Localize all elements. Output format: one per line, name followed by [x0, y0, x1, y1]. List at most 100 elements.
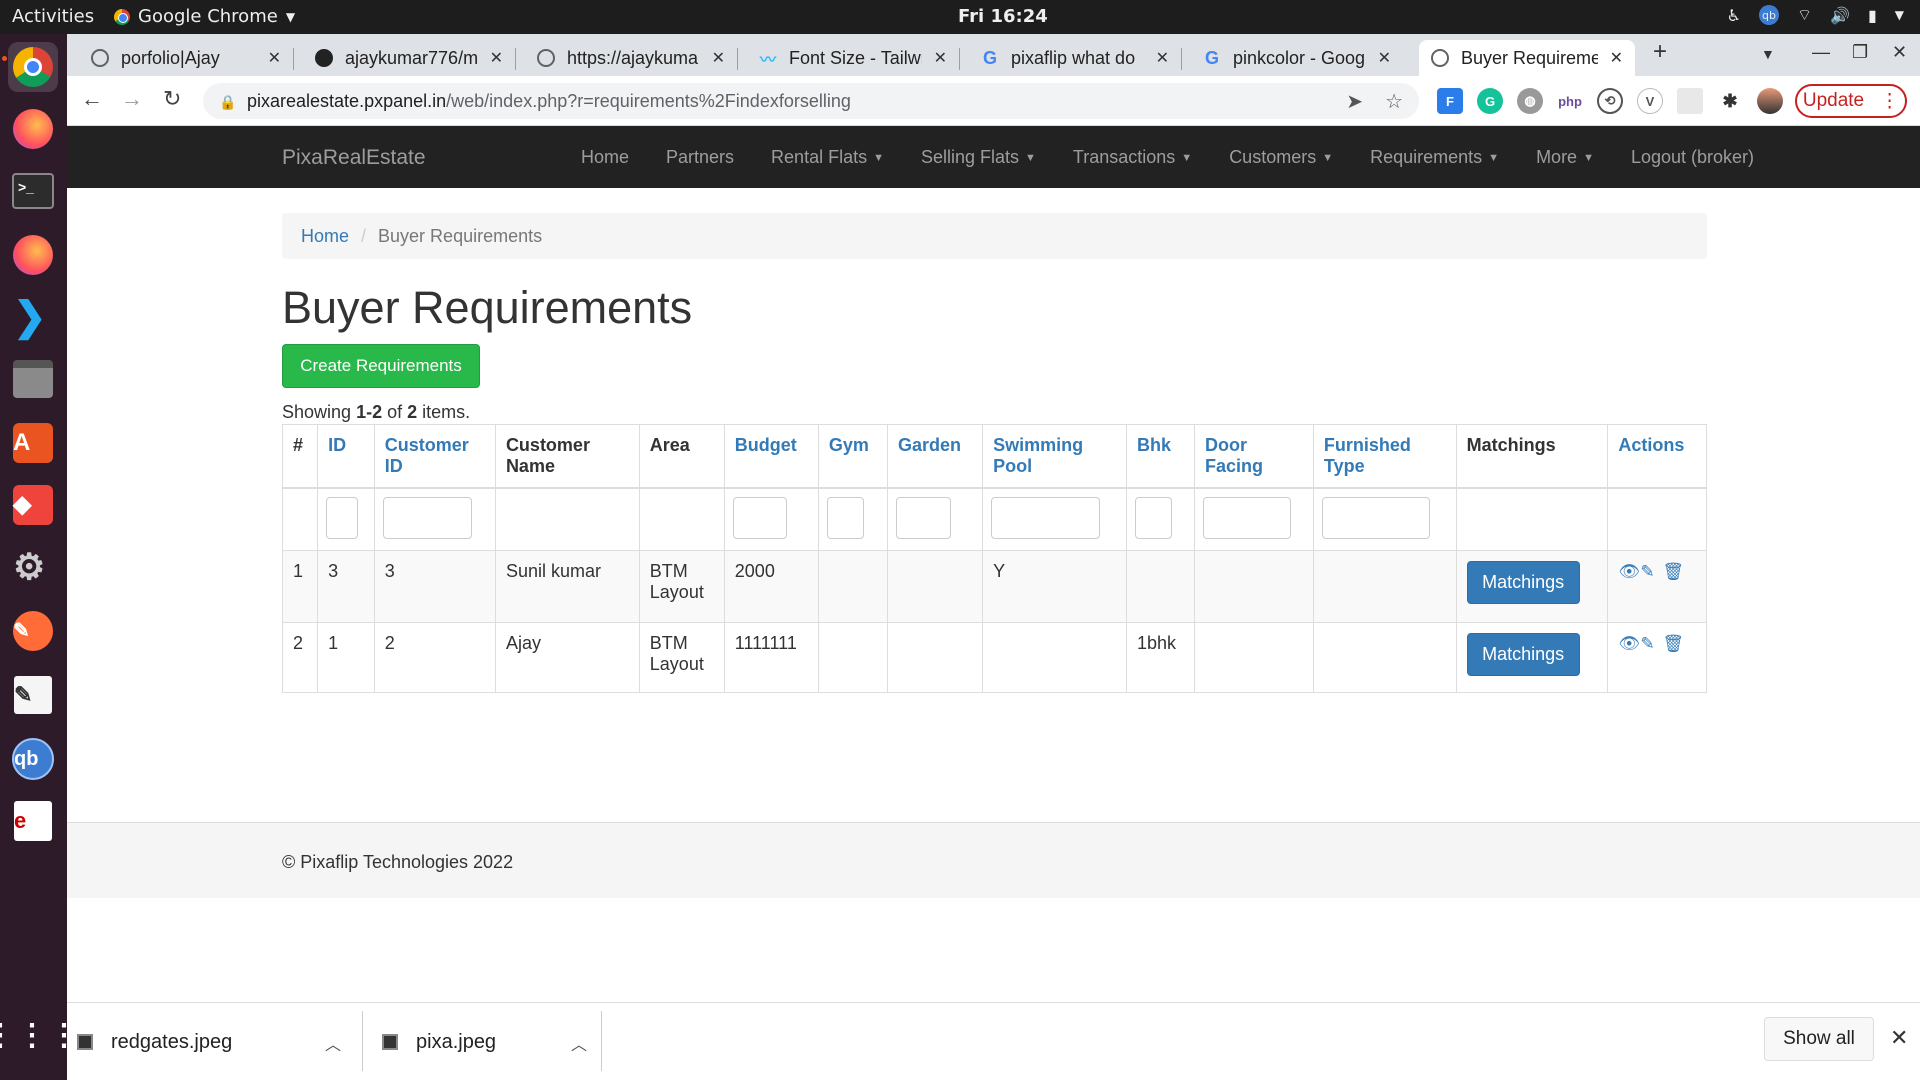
tab[interactable]: G pinkcolor - Googl ✕ — [1191, 40, 1403, 76]
app-menu[interactable]: Google Chrome ▼ — [114, 6, 295, 27]
delete-icon[interactable]: 🗑 — [1662, 634, 1684, 653]
show-all-button[interactable]: Show all — [1764, 1017, 1874, 1061]
nav-item-more[interactable]: More ▼ — [1536, 147, 1594, 168]
close-icon[interactable]: ✕ — [1378, 48, 1391, 68]
terminal-icon[interactable]: >_ — [8, 166, 58, 216]
nav-item-transactions[interactable]: Transactions ▼ — [1073, 147, 1192, 168]
filter-input[interactable] — [895, 497, 951, 539]
tab[interactable]: 〰 Font Size - Tailwi ✕ — [747, 40, 959, 76]
qbittorrent-tray-icon[interactable]: qb — [1758, 5, 1779, 25]
column-header[interactable]: Door Facing — [1194, 424, 1314, 489]
create-requirements-button[interactable]: Create Requirements — [282, 344, 480, 388]
forward-icon[interactable]: → — [121, 86, 143, 112]
software-center-icon[interactable]: A — [8, 418, 58, 468]
column-header[interactable]: Actions — [1607, 424, 1707, 489]
download-item[interactable]: pixa.jpeg — [382, 1015, 582, 1069]
matchings-button[interactable]: Matchings — [1466, 632, 1580, 676]
nav-item-selling-flats[interactable]: Selling Flats ▼ — [921, 147, 1036, 168]
anydesk-icon[interactable]: ◆ — [8, 480, 58, 530]
grammarly-icon[interactable]: G — [1477, 88, 1503, 114]
close-icon[interactable]: ✕ — [268, 48, 281, 68]
edit-icon[interactable]: ✎ — [1640, 562, 1658, 581]
send-tab-icon[interactable]: ➤ — [1346, 89, 1363, 114]
filter-input[interactable] — [1203, 497, 1291, 539]
column-header[interactable]: Gym — [817, 424, 888, 489]
close-icon[interactable]: ✕ — [1890, 1025, 1908, 1051]
delete-icon[interactable]: 🗑 — [1662, 562, 1684, 581]
filter-input[interactable] — [1135, 497, 1172, 539]
firefox-icon[interactable] — [8, 230, 58, 280]
nav-item-requirements[interactable]: Requirements ▼ — [1370, 147, 1499, 168]
battery-icon[interactable]: ▮ — [1868, 6, 1877, 25]
nav-item-customers[interactable]: Customers ▼ — [1229, 147, 1333, 168]
firefox-icon[interactable] — [8, 104, 58, 154]
site-brand[interactable]: PixaRealEstate — [282, 146, 426, 170]
filter-input[interactable] — [732, 497, 787, 539]
new-tab-button[interactable]: + — [1653, 38, 1667, 66]
close-icon[interactable]: ✕ — [1156, 48, 1169, 68]
close-icon[interactable]: ✕ — [1610, 48, 1623, 68]
nav-item-logout-broker[interactable]: Logout (broker) — [1631, 147, 1754, 168]
close-icon[interactable]: ✕ — [490, 48, 503, 68]
restore-icon[interactable]: ❐ — [1852, 42, 1868, 63]
postman-icon[interactable]: ✎ — [8, 606, 58, 656]
view-icon[interactable]: 👁 — [1618, 634, 1640, 653]
bookmark-star-icon[interactable]: ☆ — [1385, 89, 1403, 114]
close-icon[interactable]: ✕ — [712, 48, 725, 68]
chrome-icon[interactable] — [8, 42, 58, 92]
filter-input[interactable] — [382, 497, 472, 539]
accessibility-icon[interactable]: ♿ — [1727, 6, 1741, 25]
show-applications-icon[interactable]: ⋮⋮⋮ — [0, 1010, 79, 1060]
nav-item-home[interactable]: Home — [581, 147, 629, 168]
view-icon[interactable]: 👁 — [1618, 562, 1640, 581]
blank-extension-icon[interactable] — [1677, 88, 1703, 114]
tab[interactable]: https://ajaykuma ✕ — [525, 40, 737, 76]
vscode-icon[interactable]: ❯ — [8, 292, 58, 342]
text-editor-icon[interactable]: ✎ — [8, 670, 58, 720]
close-window-icon[interactable]: ✕ — [1892, 42, 1907, 63]
nav-item-partners[interactable]: Partners — [666, 147, 734, 168]
column-header[interactable]: Swimming Pool — [982, 424, 1127, 489]
update-button[interactable]: Update ⋮ — [1795, 84, 1907, 118]
system-tray[interactable]: ♿ qb ⌔ 🔊 ▮ ▼ — [1727, 5, 1904, 25]
column-header[interactable]: ID — [317, 424, 375, 489]
avatar[interactable] — [1757, 88, 1783, 114]
url-input[interactable]: 🔒 pixarealestate.pxpanel.in/web/index.ph… — [203, 83, 1419, 119]
tab[interactable]: G pixaflip what do ✕ — [969, 40, 1181, 76]
vue-devtools-icon[interactable]: V — [1637, 88, 1663, 114]
column-header[interactable]: Customer ID — [373, 424, 496, 489]
document-viewer-icon[interactable]: e — [8, 796, 58, 846]
breadcrumb-home-link[interactable]: Home — [301, 226, 349, 247]
close-icon[interactable]: ✕ — [934, 48, 947, 68]
globe-extension-icon[interactable]: ◍ — [1517, 88, 1543, 114]
volume-icon[interactable]: 🔊 — [1830, 6, 1850, 25]
chevron-down-icon[interactable]: ▼ — [1895, 8, 1904, 22]
puzzle-icon[interactable]: ✱ — [1717, 88, 1743, 114]
column-header[interactable]: Garden — [886, 424, 984, 489]
edit-icon[interactable]: ✎ — [1640, 634, 1658, 653]
files-icon[interactable] — [8, 354, 58, 404]
filter-input[interactable] — [991, 497, 1101, 539]
tab-active[interactable]: Buyer Requireme ✕ — [1419, 40, 1635, 76]
sync-extension-icon[interactable]: ⟲ — [1597, 88, 1623, 114]
filter-input[interactable] — [826, 497, 864, 539]
matchings-button[interactable]: Matchings — [1466, 560, 1580, 604]
filter-input[interactable] — [326, 497, 359, 539]
fontface-ninja-icon[interactable]: F — [1437, 88, 1463, 114]
filter-input[interactable] — [1321, 497, 1430, 539]
php-extension-icon[interactable]: php — [1557, 88, 1583, 114]
clock[interactable]: Fri 16:24 — [958, 6, 1048, 27]
qbittorrent-icon[interactable]: qb — [8, 734, 58, 784]
column-header[interactable]: Budget — [723, 424, 819, 489]
nav-item-rental-flats[interactable]: Rental Flats ▼ — [771, 147, 884, 168]
tab-search-icon[interactable]: ▼ — [1761, 46, 1775, 62]
chevron-up-icon[interactable]: ︿ — [325, 1031, 341, 1055]
back-icon[interactable]: ← — [81, 86, 103, 112]
tab[interactable]: porfolio|Ajay ✕ — [79, 40, 293, 76]
minimize-icon[interactable]: — — [1812, 42, 1830, 63]
download-item[interactable]: redgates.jpeg — [77, 1015, 291, 1069]
reload-icon[interactable]: ↻ — [163, 86, 181, 112]
activities-button[interactable]: Activities — [12, 6, 94, 27]
chevron-up-icon[interactable]: ︿ — [571, 1031, 587, 1055]
wifi-icon[interactable]: ⌔ — [1797, 5, 1812, 25]
